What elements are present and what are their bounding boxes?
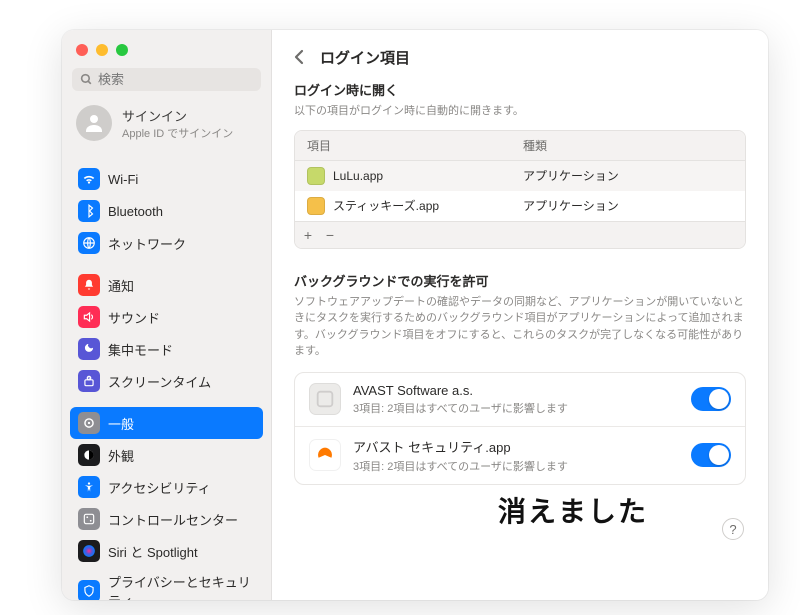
sidebar-item-network[interactable]: ネットワーク xyxy=(70,227,263,259)
screentime-icon xyxy=(78,370,100,392)
privacy-icon xyxy=(78,580,100,600)
sidebar-item-label: アクセシビリティ xyxy=(108,478,211,497)
window-controls xyxy=(62,30,271,66)
sidebar-item-label: サウンド xyxy=(108,308,160,327)
sidebar: サインイン Apple ID でサインイン Wi-Fi Bluetooth ネットワ… xyxy=(62,30,272,600)
remove-button[interactable]: − xyxy=(319,224,341,246)
background-toggle[interactable] xyxy=(691,443,731,467)
bell-icon xyxy=(78,274,100,296)
sidebar-item-label: 外観 xyxy=(108,446,134,465)
network-icon xyxy=(78,232,100,254)
search-field[interactable] xyxy=(72,68,261,91)
back-button[interactable] xyxy=(288,46,310,68)
search-icon xyxy=(80,73,93,86)
accessibility-icon xyxy=(78,476,100,498)
app-icon xyxy=(307,167,325,185)
sidebar-item-general[interactable]: 一般 xyxy=(70,407,263,439)
main-panel: ログイン項目 ログイン時に開く 以下の項目がログイン時に自動的に開きます。 項目… xyxy=(272,30,768,600)
sidebar-item-wifi[interactable]: Wi-Fi xyxy=(70,163,263,195)
sidebar-item-label: 一般 xyxy=(108,414,134,433)
settings-window: サインイン Apple ID でサインイン Wi-Fi Bluetooth ネットワ… xyxy=(62,30,768,600)
siri-icon xyxy=(78,540,100,562)
account-line2: Apple ID でサインイン xyxy=(122,125,233,141)
sidebar-item-label: 集中モード xyxy=(108,340,173,359)
sidebar-item-label: コントロールセンター xyxy=(108,510,238,529)
account-row[interactable]: サインイン Apple ID でサインイン xyxy=(62,99,271,153)
avatar xyxy=(76,105,112,141)
panel-title: ログイン項目 xyxy=(320,47,410,68)
background-item-sub: 3項目: 2項目はすべてのユーザに影響します xyxy=(353,458,568,474)
background-list: AVAST Software a.s. 3項目: 2項目はすべてのユーザに影響し… xyxy=(294,372,746,485)
sidebar-item-label: Wi-Fi xyxy=(108,172,138,187)
panel-header: ログイン項目 xyxy=(272,30,768,80)
background-item-name: AVAST Software a.s. xyxy=(353,383,568,398)
col-kind[interactable]: 種類 xyxy=(511,131,745,160)
help-button[interactable]: ? xyxy=(722,518,744,540)
wifi-icon xyxy=(78,168,100,190)
login-items-heading: ログイン時に開く xyxy=(294,80,746,99)
sidebar-item-label: ネットワーク xyxy=(108,234,186,253)
general-icon xyxy=(78,412,100,434)
sidebar-item-bluetooth[interactable]: Bluetooth xyxy=(70,195,263,227)
login-items-section: ログイン時に開く 以下の項目がログイン時に自動的に開きます。 項目 種類 LuL… xyxy=(294,80,746,249)
background-heading: バックグラウンドでの実行を許可 xyxy=(294,271,746,290)
account-line1: サインイン xyxy=(122,106,233,125)
sidebar-item-label: 通知 xyxy=(108,276,134,295)
sidebar-item-label: Siri と Spotlight xyxy=(108,542,198,561)
sidebar-item-accessibility[interactable]: アクセシビリティ xyxy=(70,471,263,503)
sidebar-item-sound[interactable]: サウンド xyxy=(70,301,263,333)
table-header: 項目 種類 xyxy=(295,131,745,161)
login-items-subtext: 以下の項目がログイン時に自動的に開きます。 xyxy=(294,103,746,120)
sidebar-item-focus[interactable]: 集中モード xyxy=(70,333,263,365)
sidebar-item-siri[interactable]: Siri と Spotlight xyxy=(70,535,263,567)
col-item[interactable]: 項目 xyxy=(295,131,511,160)
app-icon xyxy=(307,197,325,215)
row-kind: アプリケーション xyxy=(511,161,745,190)
sidebar-item-label: スクリーンタイム xyxy=(108,372,211,391)
table-row[interactable]: スティッキーズ.app アプリケーション xyxy=(295,191,745,221)
account-text: サインイン Apple ID でサインイン xyxy=(122,106,233,141)
background-subtext: ソフトウェアアップデートの確認やデータの同期など、アプリケーションが開いていない… xyxy=(294,294,746,360)
minimize-window-button[interactable] xyxy=(96,44,108,56)
row-name: スティッキーズ.app xyxy=(333,197,439,214)
background-item: アバスト セキュリティ.app 3項目: 2項目はすべてのユーザに影響します xyxy=(295,427,745,484)
sound-icon xyxy=(78,306,100,328)
background-section: バックグラウンドでの実行を許可 ソフトウェアアップデートの確認やデータの同期など… xyxy=(294,271,746,485)
background-toggle[interactable] xyxy=(691,387,731,411)
add-button[interactable]: + xyxy=(297,224,319,246)
row-name: LuLu.app xyxy=(333,169,383,183)
bluetooth-icon xyxy=(78,200,100,222)
zoom-window-button[interactable] xyxy=(116,44,128,56)
table-row[interactable]: LuLu.app アプリケーション xyxy=(295,161,745,191)
appearance-icon xyxy=(78,444,100,466)
sidebar-item-label: Bluetooth xyxy=(108,204,163,219)
sidebar-item-appearance[interactable]: 外観 xyxy=(70,439,263,471)
background-item-sub: 3項目: 2項目はすべてのユーザに影響します xyxy=(353,400,568,416)
table-footer: + − xyxy=(295,221,745,248)
sidebar-item-label: プライバシーとセキュリティ xyxy=(108,572,255,600)
focus-icon xyxy=(78,338,100,360)
sidebar-item-bell[interactable]: 通知 xyxy=(70,269,263,301)
row-kind: アプリケーション xyxy=(511,191,745,220)
sidebar-item-privacy[interactable]: プライバシーとセキュリティ xyxy=(70,567,263,600)
background-item-text: AVAST Software a.s. 3項目: 2項目はすべてのユーザに影響し… xyxy=(353,383,568,416)
login-items-table: 項目 種類 LuLu.appアプリケーションスティッキーズ.appアプリケーショ… xyxy=(294,130,746,249)
background-item-text: アバスト セキュリティ.app 3項目: 2項目はすべてのユーザに影響します xyxy=(353,437,568,474)
search-input[interactable] xyxy=(98,72,253,87)
sidebar-item-controlcenter[interactable]: コントロールセンター xyxy=(70,503,263,535)
background-item: AVAST Software a.s. 3項目: 2項目はすべてのユーザに影響し… xyxy=(295,373,745,427)
sidebar-nav: Wi-Fi Bluetooth ネットワーク通知サウンド集中モードスクリーンタイム一… xyxy=(62,153,271,600)
controlcenter-icon xyxy=(78,508,100,530)
close-window-button[interactable] xyxy=(76,44,88,56)
panel-content: ログイン時に開く 以下の項目がログイン時に自動的に開きます。 項目 種類 LuL… xyxy=(272,80,768,600)
sidebar-item-screentime[interactable]: スクリーンタイム xyxy=(70,365,263,397)
background-app-icon xyxy=(309,439,341,471)
background-item-name: アバスト セキュリティ.app xyxy=(353,437,568,456)
background-app-icon xyxy=(309,383,341,415)
